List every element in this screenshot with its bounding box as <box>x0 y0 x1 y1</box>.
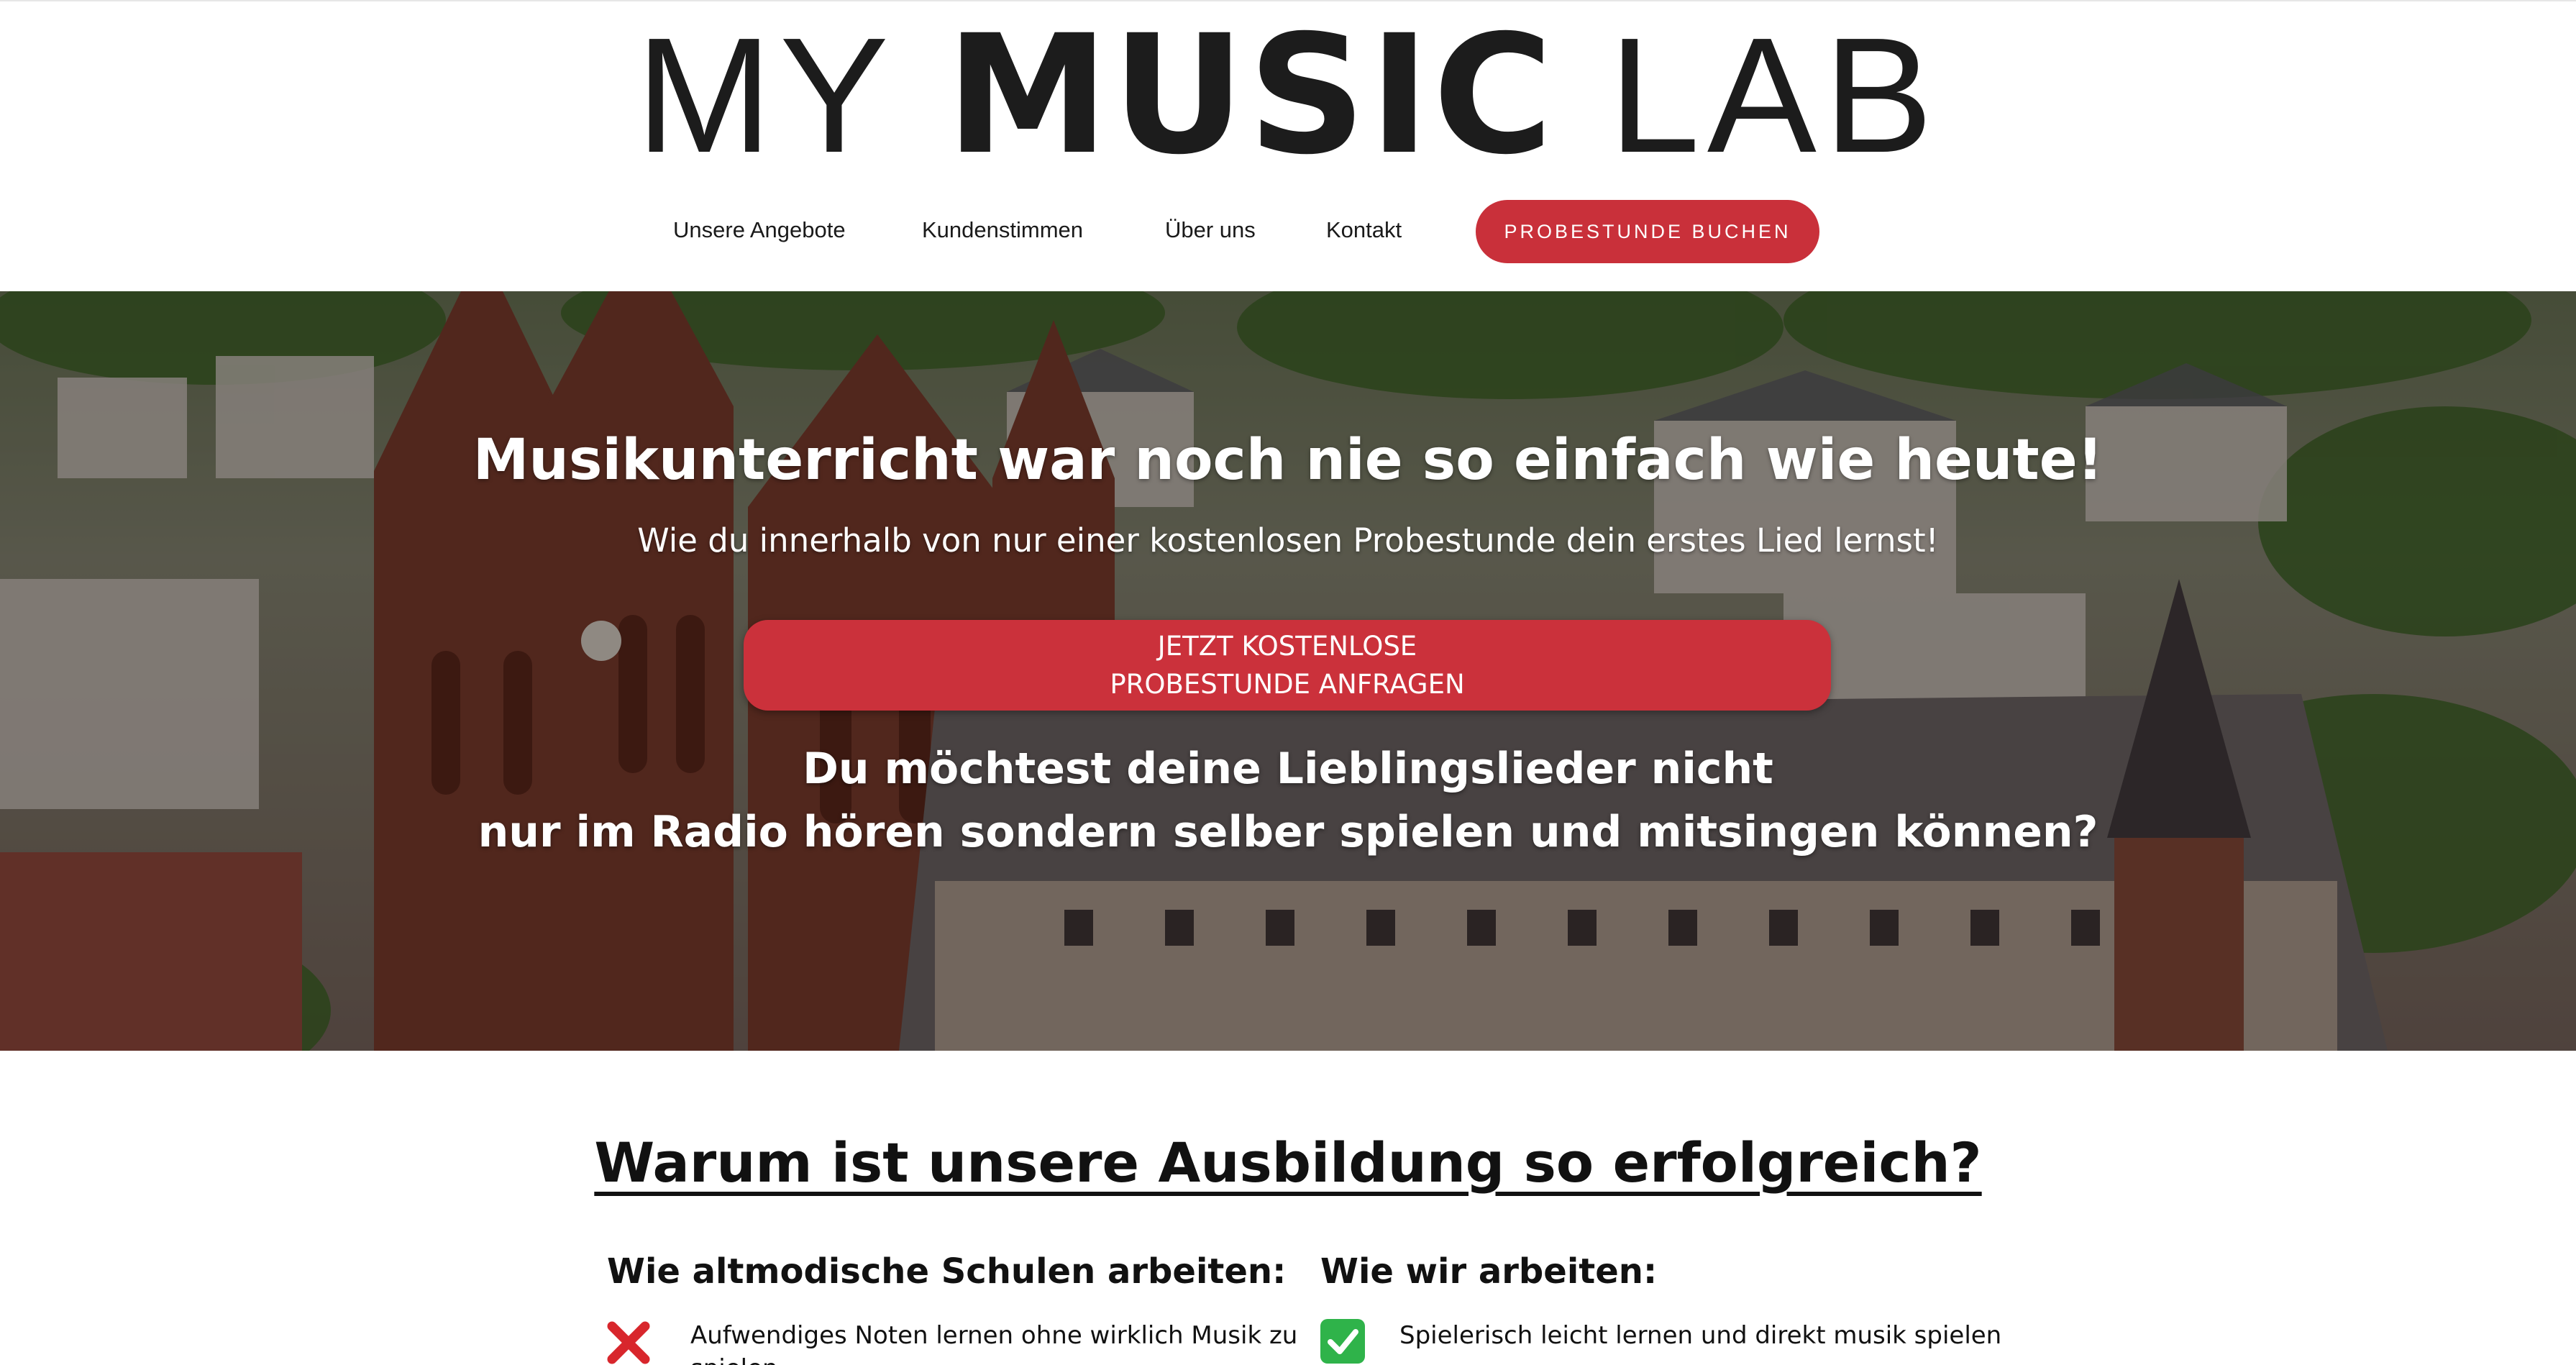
request-trial-button[interactable]: JETZT KOSTENLOSE PROBESTUNDE ANFRAGEN <box>744 620 1831 711</box>
hero-title: Musikunterricht war noch nie so einfach … <box>472 428 2104 493</box>
nav-item-kontakt[interactable]: Kontakt <box>1326 217 1402 243</box>
logo-part-my: MY <box>636 4 946 187</box>
site-header: MY MUSIC LAB Unsere Angebote Kundenstimm… <box>0 0 2576 291</box>
logo-part-music: MUSIC <box>946 0 1556 191</box>
our-method-heading: Wie wir arbeiten: <box>1320 1251 1658 1292</box>
hero-question: Du möchtest deine Lieblingslieder nicht … <box>0 737 2576 864</box>
hero-question-line1: Du möchtest deine Lieblingslieder nicht <box>803 744 1773 794</box>
cross-mark-icon <box>607 1321 650 1364</box>
request-trial-button-line1: JETZT KOSTENLOSE <box>1157 631 1417 662</box>
site-logo[interactable]: MY MUSIC LAB <box>0 13 2576 178</box>
section-title-why: Warum ist unsere Ausbildung so erfolgrei… <box>594 1131 1982 1195</box>
hero-question-line2: nur im Radio hören sondern selber spiele… <box>478 807 2098 857</box>
old-item-text: Aufwendiges Noten lernen ohne wirklich M… <box>690 1321 1298 1365</box>
new-item-text: Spielerisch leicht lernen und direkt mus… <box>1399 1321 2002 1350</box>
hero-section: Musikunterricht war noch nie so einfach … <box>0 291 2576 1051</box>
old-schools-heading: Wie altmodische Schulen arbeiten: <box>607 1251 1287 1292</box>
request-trial-button-line2: PROBESTUNDE ANFRAGEN <box>1110 669 1465 700</box>
hero-subtitle: Wie du innerhalb von nur einer kostenlos… <box>637 521 1939 560</box>
nav-item-kundenstimmen[interactable]: Kundenstimmen <box>922 217 1083 243</box>
book-trial-button[interactable]: PROBESTUNDE BUCHEN <box>1476 200 1819 263</box>
check-mark-icon <box>1320 1319 1365 1364</box>
nav-item-ueber-uns[interactable]: Über uns <box>1165 217 1256 243</box>
logo-part-lab: LAB <box>1556 4 1940 187</box>
main-navigation: Unsere Angebote Kundenstimmen Über uns K… <box>0 200 2576 263</box>
nav-item-angebote[interactable]: Unsere Angebote <box>673 217 846 243</box>
